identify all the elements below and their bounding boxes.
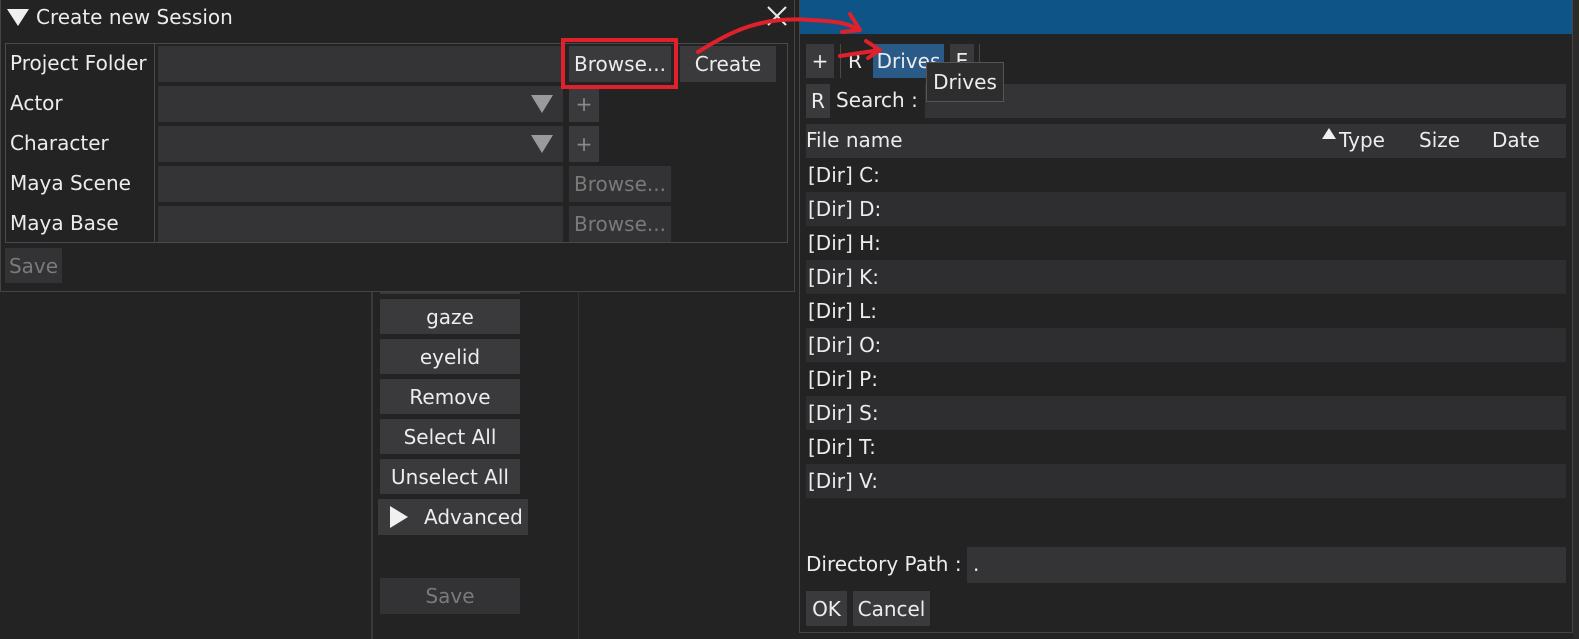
gaze-button[interactable]: gaze [380, 299, 520, 334]
column-file-name[interactable]: File name [806, 128, 903, 152]
maya-base-label: Maya Base [10, 211, 119, 235]
list-item[interactable]: [Dir] K: [806, 260, 1566, 294]
add-actor-button[interactable]: + [569, 86, 599, 122]
file-dialog-titlebar [800, 0, 1572, 34]
list-item[interactable]: [Dir] L: [806, 294, 1566, 328]
maya-scene-label: Maya Scene [10, 171, 131, 195]
middle-panel-divider [371, 290, 373, 639]
drives-tooltip: Drives [926, 62, 1004, 102]
remove-button[interactable]: Remove [380, 379, 520, 414]
eyelid-button[interactable]: eyelid [380, 339, 520, 374]
unselect-all-button[interactable]: Unselect All [380, 459, 520, 494]
list-item[interactable]: [Dir] O: [806, 328, 1566, 362]
middle-save-button[interactable]: Save [380, 578, 520, 614]
annotation-arrow [696, 12, 882, 60]
expand-right-icon [390, 506, 408, 528]
collapse-icon[interactable] [7, 9, 29, 26]
list-item[interactable]: [Dir] C: [806, 158, 1566, 192]
list-item[interactable]: [Dir] S: [806, 396, 1566, 430]
list-item[interactable]: [Dir] H: [806, 226, 1566, 260]
search-refresh-button[interactable]: R [806, 84, 830, 118]
select-all-button[interactable]: Select All [380, 419, 520, 454]
search-label: Search : [836, 88, 918, 112]
drives-tooltip-text: Drives [933, 70, 997, 94]
directory-path-label: Directory Path : [806, 552, 962, 576]
maya-scene-browse-button[interactable]: Browse... [569, 166, 671, 202]
sort-ascending-icon [1322, 128, 1336, 139]
advanced-toggle[interactable]: Advanced [378, 499, 528, 535]
file-dialog-right-edge [1573, 0, 1579, 639]
form-label-column-divider [154, 44, 155, 242]
actor-label: Actor [10, 91, 63, 115]
list-item[interactable]: [Dir] V: [806, 464, 1566, 498]
column-date[interactable]: Date [1492, 128, 1540, 152]
column-type[interactable]: Type [1339, 128, 1385, 152]
list-item[interactable]: [Dir] P: [806, 362, 1566, 396]
project-folder-input[interactable] [158, 46, 563, 82]
browse-highlight [561, 38, 678, 89]
list-item[interactable]: [Dir] D: [806, 192, 1566, 226]
maya-base-browse-button[interactable]: Browse... [569, 206, 671, 242]
advanced-label: Advanced [424, 505, 523, 529]
middle-panel-divider-right [578, 290, 579, 639]
session-save-button[interactable]: Save [5, 248, 62, 283]
cancel-button[interactable]: Cancel [853, 591, 930, 626]
search-input[interactable] [925, 84, 1566, 118]
actor-dropdown[interactable] [158, 86, 563, 122]
maya-scene-input[interactable] [158, 166, 563, 202]
directory-path-input[interactable]: . [967, 547, 1566, 583]
character-dropdown[interactable] [158, 126, 563, 162]
chevron-down-icon [531, 135, 553, 153]
session-dialog-title: Create new Session [36, 5, 233, 29]
project-folder-label: Project Folder [10, 51, 147, 75]
directory-path-value: . [973, 552, 980, 576]
chevron-down-icon [531, 95, 553, 113]
column-size[interactable]: Size [1419, 128, 1460, 152]
ok-button[interactable]: OK [806, 591, 847, 626]
character-label: Character [10, 131, 109, 155]
list-item[interactable]: [Dir] T: [806, 430, 1566, 464]
maya-base-input[interactable] [158, 206, 563, 242]
add-character-button[interactable]: + [569, 126, 599, 162]
